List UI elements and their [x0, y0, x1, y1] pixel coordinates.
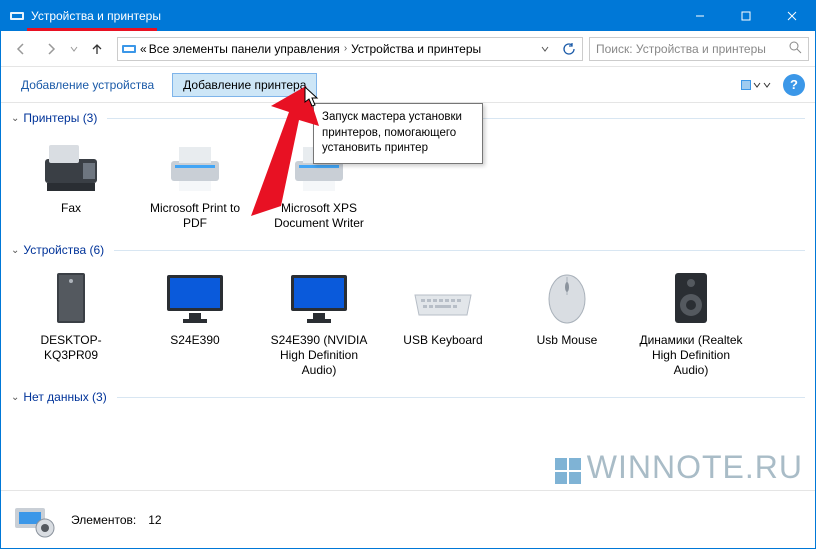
device-label: S24E390 [170, 333, 219, 348]
device-item[interactable]: Usb Mouse [507, 261, 627, 382]
minimize-button[interactable] [677, 1, 723, 31]
group-title-nodata: Нет данных (3) [23, 390, 106, 404]
breadcrumb-current[interactable]: Устройства и принтеры [351, 42, 481, 56]
group-header-nodata[interactable]: ⌄ Нет данных (3) [11, 390, 805, 404]
nav-history-dropdown[interactable] [67, 45, 81, 53]
speaker-icon [655, 265, 727, 329]
nav-forward-button[interactable] [37, 35, 65, 63]
breadcrumb-dropdown[interactable] [534, 44, 556, 54]
titlebar: Устройства и принтеры [1, 1, 815, 31]
group-title-devices: Устройства (6) [23, 243, 104, 257]
device-label: S24E390 (NVIDIA High Definition Audio) [263, 333, 375, 378]
keyboard-icon [407, 265, 479, 329]
device-item[interactable]: Динамики (Realtek High Definition Audio) [631, 261, 751, 382]
devices-grid: DESKTOP-KQ3PR09 S24E390 S24E390 (NVIDIA … [11, 261, 805, 382]
mouse-icon [531, 265, 603, 329]
search-placeholder: Поиск: Устройства и принтеры [596, 42, 785, 56]
control-panel-icon [120, 40, 138, 58]
device-item[interactable]: USB Keyboard [383, 261, 503, 382]
window-app-icon [9, 8, 25, 24]
monitor-icon [283, 265, 355, 329]
search-icon [789, 41, 802, 57]
help-button[interactable]: ? [783, 74, 805, 96]
navbar: « Все элементы панели управления › Устро… [1, 31, 815, 67]
divider [117, 397, 805, 398]
device-label: Динамики (Realtek High Definition Audio) [635, 333, 747, 378]
breadcrumb[interactable]: « Все элементы панели управления › Устро… [117, 37, 583, 61]
device-item[interactable]: S24E390 (NVIDIA High Definition Audio) [259, 261, 379, 382]
add-device-button[interactable]: Добавление устройства [11, 74, 164, 96]
window-title: Устройства и принтеры [31, 9, 677, 23]
monitor-icon [159, 265, 231, 329]
nav-up-button[interactable] [83, 35, 111, 63]
fax-icon [35, 133, 107, 197]
annotation-underline [27, 28, 157, 31]
breadcrumb-parent[interactable]: Все элементы панели управления [149, 42, 340, 56]
watermark-text: WINNOTE.RU [587, 449, 803, 486]
status-elements-label: Элементов: [71, 513, 136, 527]
chevron-down-icon: ⌄ [11, 113, 19, 124]
device-item[interactable]: DESKTOP-KQ3PR09 [11, 261, 131, 382]
device-item[interactable]: S24E390 [135, 261, 255, 382]
add-printer-button[interactable]: Добавление принтера [172, 73, 317, 97]
view-options-button[interactable] [737, 76, 775, 94]
close-button[interactable] [769, 1, 815, 31]
device-item[interactable]: Microsoft Print to PDF [135, 129, 255, 235]
status-elements-count: 12 [148, 513, 161, 527]
toolbar: Добавление устройства Добавление принтер… [1, 67, 815, 103]
device-label: Microsoft Print to PDF [139, 201, 251, 231]
window-buttons [677, 1, 815, 31]
desktop-pc-icon [35, 265, 107, 329]
maximize-button[interactable] [723, 1, 769, 31]
watermark: WINNOTE.RU [555, 449, 803, 486]
divider [114, 250, 805, 251]
chevron-right-icon: › [342, 43, 349, 54]
chevron-down-icon: ⌄ [11, 245, 19, 256]
device-label: USB Keyboard [403, 333, 482, 348]
tooltip-text: Запуск мастера установки принтеров, помо… [322, 111, 462, 154]
breadcrumb-prefix: « [140, 42, 147, 56]
cursor-icon [304, 86, 320, 108]
status-icon [11, 500, 59, 540]
device-label: DESKTOP-KQ3PR09 [15, 333, 127, 363]
tooltip: Запуск мастера установки принтеров, помо… [313, 103, 483, 164]
device-label: Fax [61, 201, 81, 216]
windows-logo-icon [555, 455, 581, 481]
refresh-button[interactable] [558, 42, 580, 56]
printer-icon [159, 133, 231, 197]
statusbar: Элементов: 12 [1, 490, 815, 548]
group-title-printers: Принтеры (3) [23, 111, 97, 125]
group-header-devices[interactable]: ⌄ Устройства (6) [11, 243, 805, 257]
device-item[interactable]: Fax [11, 129, 131, 235]
device-label: Usb Mouse [537, 333, 598, 348]
nav-back-button[interactable] [7, 35, 35, 63]
chevron-down-icon: ⌄ [11, 392, 19, 403]
device-label: Microsoft XPS Document Writer [263, 201, 375, 231]
search-input[interactable]: Поиск: Устройства и принтеры [589, 37, 809, 61]
